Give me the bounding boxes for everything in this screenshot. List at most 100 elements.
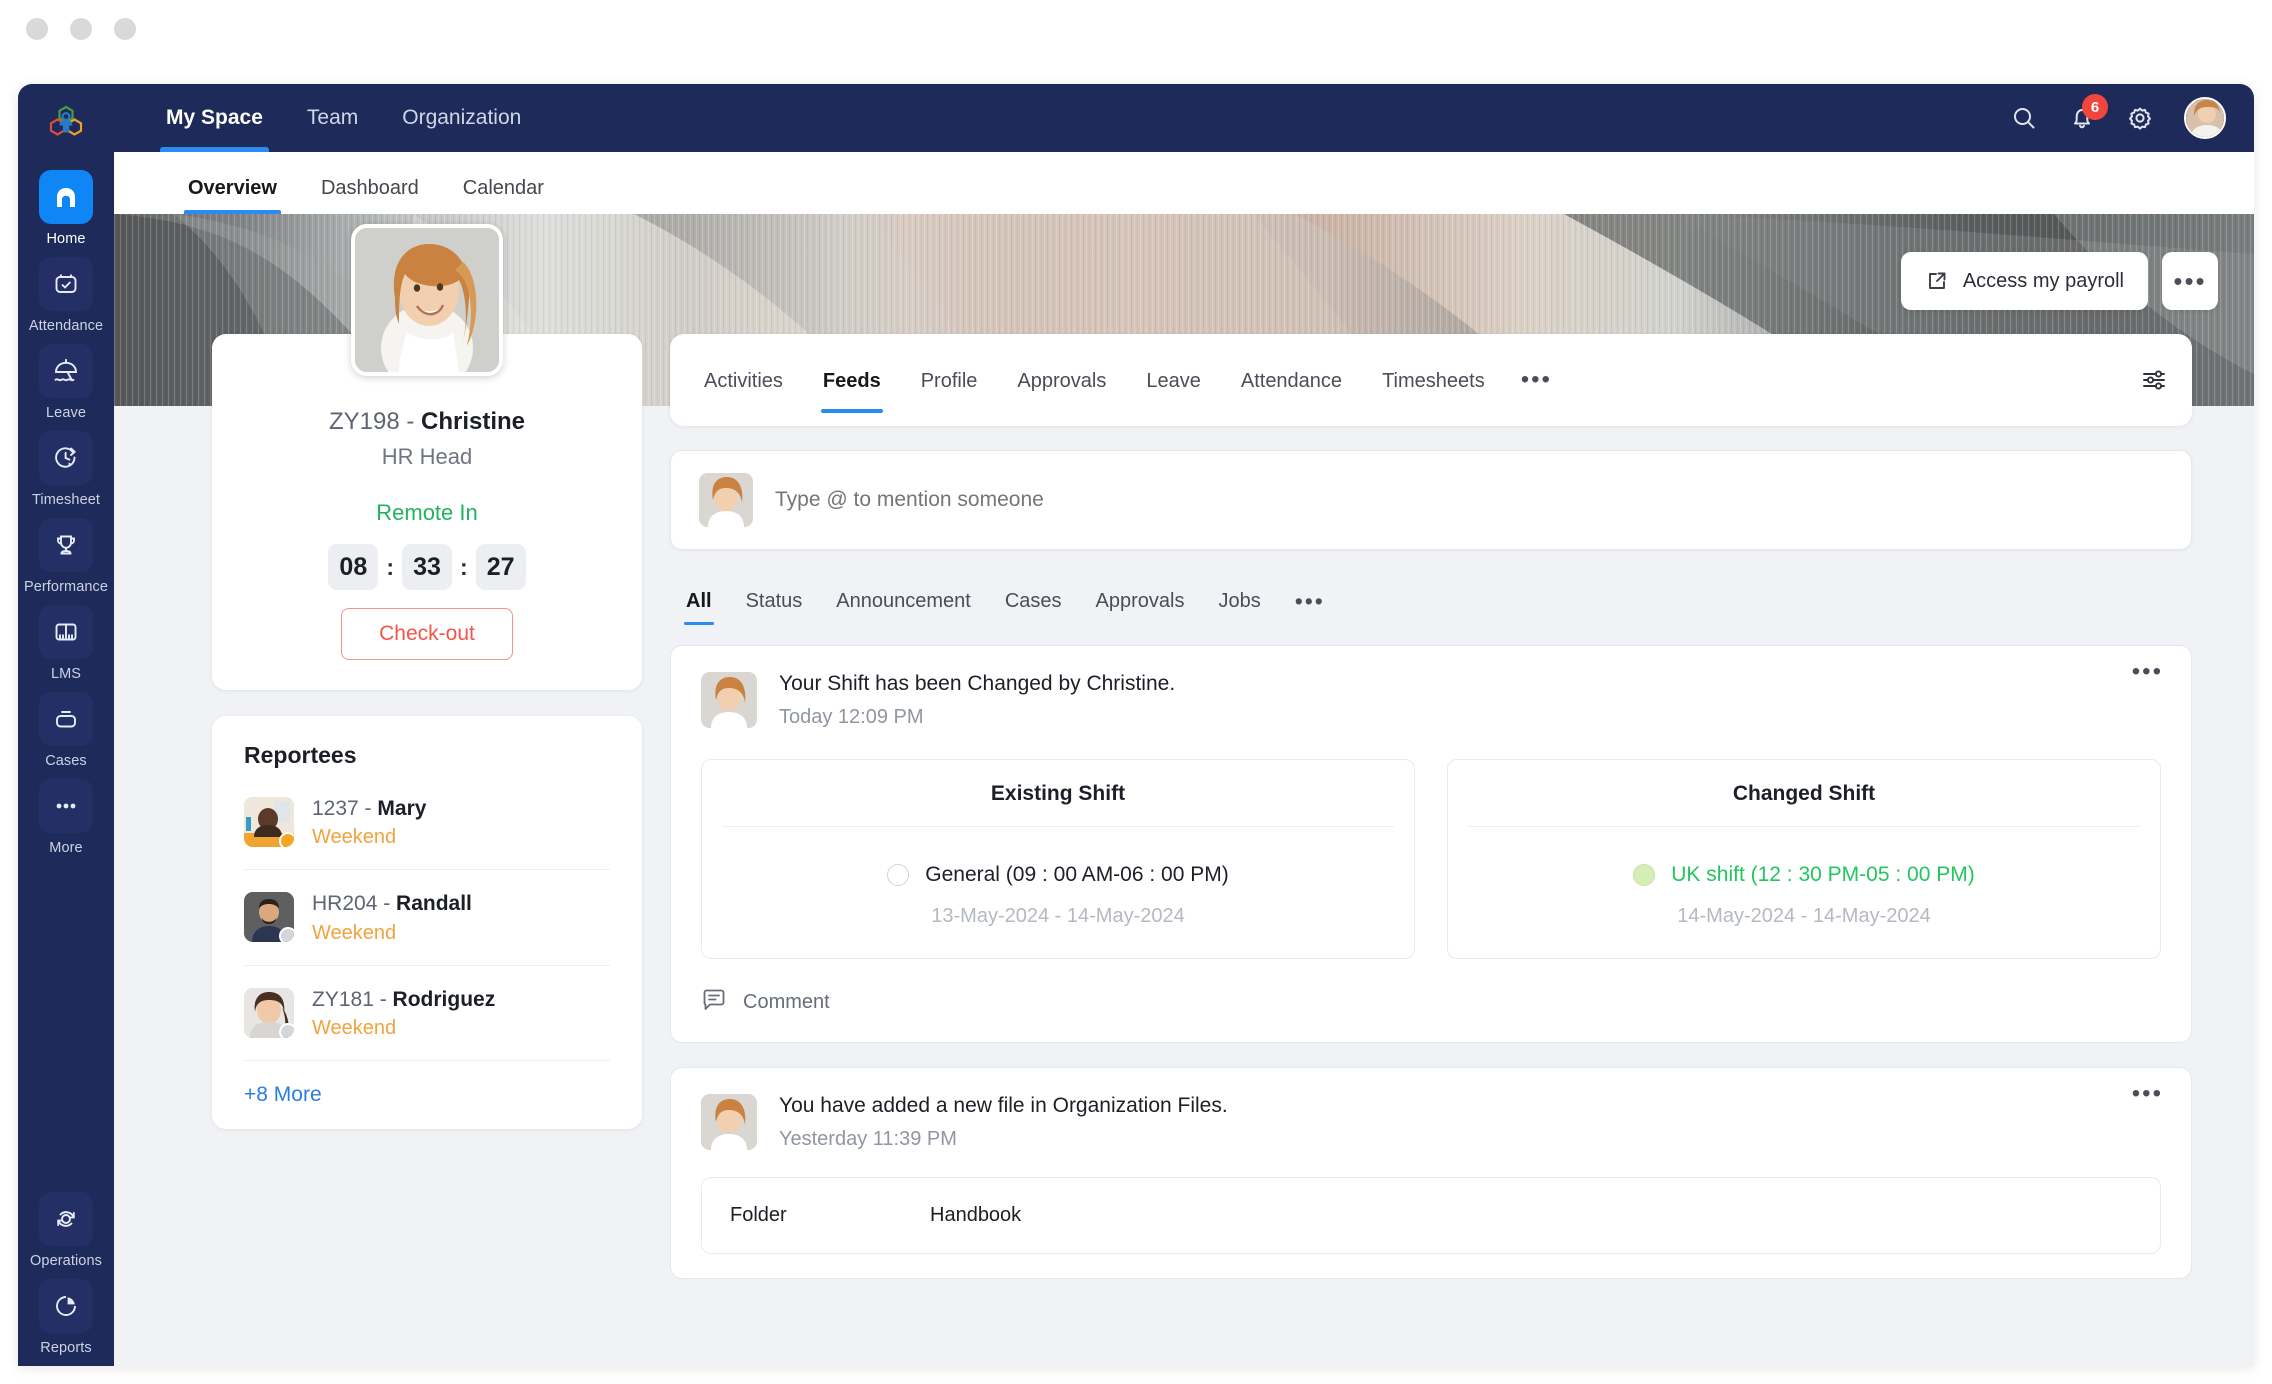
reportees-title: Reportees (244, 742, 357, 768)
sliders-icon[interactable] (2140, 366, 2168, 394)
reportee-avatar (244, 987, 294, 1038)
avatar[interactable] (2184, 97, 2226, 139)
radio-unselected-icon[interactable] (887, 864, 910, 886)
reportee-name: ZY181 - Rodriguez (312, 986, 495, 1013)
access-my-payroll-button[interactable]: Access my payroll (1900, 252, 2148, 310)
check-out-button[interactable]: Check-out (341, 608, 513, 660)
radio-selected-icon[interactable] (1633, 864, 1656, 886)
zoho-people-logo-icon[interactable] (34, 92, 98, 156)
nav-organization[interactable]: Organization (380, 84, 543, 152)
existing-shift-heading: Existing Shift (722, 782, 1394, 827)
filter-approvals[interactable]: Approvals (1082, 584, 1199, 627)
payroll-button-label: Access my payroll (1962, 269, 2124, 292)
tab-approvals[interactable]: Approvals (997, 342, 1126, 419)
calendar-check-icon (39, 257, 93, 311)
comment-button[interactable]: Comment (701, 987, 2161, 1018)
window-dot-2[interactable] (70, 18, 92, 40)
app-window: Home Attendance Leave Timesheet Performa (18, 84, 2254, 1366)
nav-my-space[interactable]: My Space (144, 84, 285, 152)
filter-cases[interactable]: Cases (991, 584, 1076, 627)
reportee-avatar (244, 797, 294, 848)
filter-announcement[interactable]: Announcement (822, 584, 985, 627)
sidebar-label: Operations (30, 1253, 102, 1269)
beach-umbrella-icon (39, 344, 93, 398)
window-controls (26, 18, 136, 40)
filter-all[interactable]: All (672, 584, 726, 627)
tab-dashboard[interactable]: Dashboard (299, 177, 441, 214)
tab-attendance[interactable]: Attendance (1221, 342, 1362, 419)
timer-seconds: 27 (475, 544, 526, 590)
sidebar-item-performance[interactable]: Performance (18, 518, 114, 595)
timer-sep-2: : (460, 553, 468, 580)
notification-badge: 6 (2082, 94, 2108, 120)
window-dot-3[interactable] (114, 18, 136, 40)
book-open-icon (39, 605, 93, 659)
bell-icon[interactable]: 6 (2068, 94, 2108, 132)
existing-shift-dates: 13-May-2024 - 14-May-2024 (931, 905, 1185, 927)
presence-indicator (279, 1022, 294, 1038)
changed-shift-dates: 14-May-2024 - 14-May-2024 (1677, 905, 1931, 927)
sidebar-item-lms[interactable]: LMS (18, 605, 114, 682)
tab-calendar[interactable]: Calendar (441, 177, 566, 214)
sidebar-label: Cases (45, 753, 87, 769)
search-input mention-input[interactable] (775, 488, 2163, 512)
reportee-info: ZY181 - Rodriguez Weekend (312, 986, 495, 1040)
sidebar-item-operations[interactable]: Operations (18, 1192, 114, 1269)
pie-chart-icon (39, 1279, 93, 1333)
remote-status-label: Remote In (376, 500, 478, 525)
nav-team[interactable]: Team (285, 84, 380, 152)
banner-more-button[interactable]: ••• (2162, 252, 2218, 310)
sidebar-item-more[interactable]: More (18, 779, 114, 856)
reportee-status: Weekend (312, 826, 397, 849)
post-header: Your Shift has been Changed by Christine… (701, 672, 2161, 729)
sidebar-item-attendance[interactable]: Attendance (18, 257, 114, 334)
post-header: You have added a new file in Organizatio… (701, 1094, 2161, 1151)
feed-filter-chips: All Status Announcement Cases Approvals … (670, 550, 2192, 645)
tab-profile[interactable]: Profile (901, 342, 998, 419)
profile-name: ZY198 - Christine (238, 408, 616, 436)
tab-overview[interactable]: Overview (166, 177, 299, 214)
sidebar-label: Attendance (28, 318, 104, 334)
timer-minutes: 33 (402, 544, 452, 590)
file-detail-row: Folder Handbook (701, 1177, 2161, 1254)
tab-leave[interactable]: Leave (1126, 342, 1221, 419)
list-item[interactable]: HR204 - Randall Weekend (244, 870, 610, 966)
search-icon[interactable] (2010, 104, 2038, 132)
module-tabs: Activities Feeds Profile Approvals Leave… (670, 334, 2192, 426)
sidebar: Home Attendance Leave Timesheet Performa (18, 84, 114, 1366)
sidebar-item-timesheet[interactable]: Timesheet (18, 431, 114, 508)
list-item[interactable]: 1237 - Mary Weekend (244, 775, 610, 871)
filter-status[interactable]: Status (732, 584, 817, 627)
more-reportees-link[interactable]: +8 More (244, 1061, 610, 1107)
sidebar-item-reports[interactable]: Reports (18, 1279, 114, 1356)
window-dot-1[interactable] (26, 18, 48, 40)
filters-overflow-button[interactable]: ••• (1281, 589, 1339, 612)
list-item[interactable]: ZY181 - Rodriguez Weekend (244, 966, 610, 1061)
reportee-display-name: Randall (396, 892, 472, 916)
refresh-cycle-icon (39, 1192, 93, 1246)
secondary-tabs: Overview Dashboard Calendar (114, 152, 2254, 214)
post-timestamp: Today 12:09 PM (779, 706, 924, 728)
profile-photo[interactable] (351, 224, 503, 376)
sidebar-item-cases[interactable]: Cases (18, 692, 114, 769)
gear-icon[interactable] (2126, 104, 2154, 132)
reportee-display-name: Rodriguez (392, 987, 496, 1011)
post-title: Your Shift has been Changed by Christine… (779, 672, 1176, 695)
sidebar-item-leave[interactable]: Leave (18, 344, 114, 421)
reportee-avatar (244, 892, 294, 943)
sidebar-item-home[interactable]: Home (18, 170, 114, 247)
tab-feeds[interactable]: Feeds (803, 342, 901, 419)
comment-label: Comment (743, 991, 830, 1013)
composer-avatar (699, 473, 753, 527)
filter-jobs[interactable]: Jobs (1204, 584, 1274, 627)
reportee-id: 1237 - (312, 797, 378, 820)
tab-activities[interactable]: Activities (684, 342, 803, 419)
ellipsis-icon (39, 779, 93, 833)
tab-timesheets[interactable]: Timesheets (1362, 342, 1505, 419)
sidebar-label: Reports (40, 1340, 92, 1356)
feed-post-shift-change: ••• Your Shift has been Changed by Chris… (670, 645, 2192, 1043)
reportee-name: 1237 - Mary (312, 795, 426, 822)
reportee-status: Weekend (312, 921, 397, 944)
feed-composer[interactable] (670, 450, 2192, 550)
trophy-icon (39, 518, 93, 572)
